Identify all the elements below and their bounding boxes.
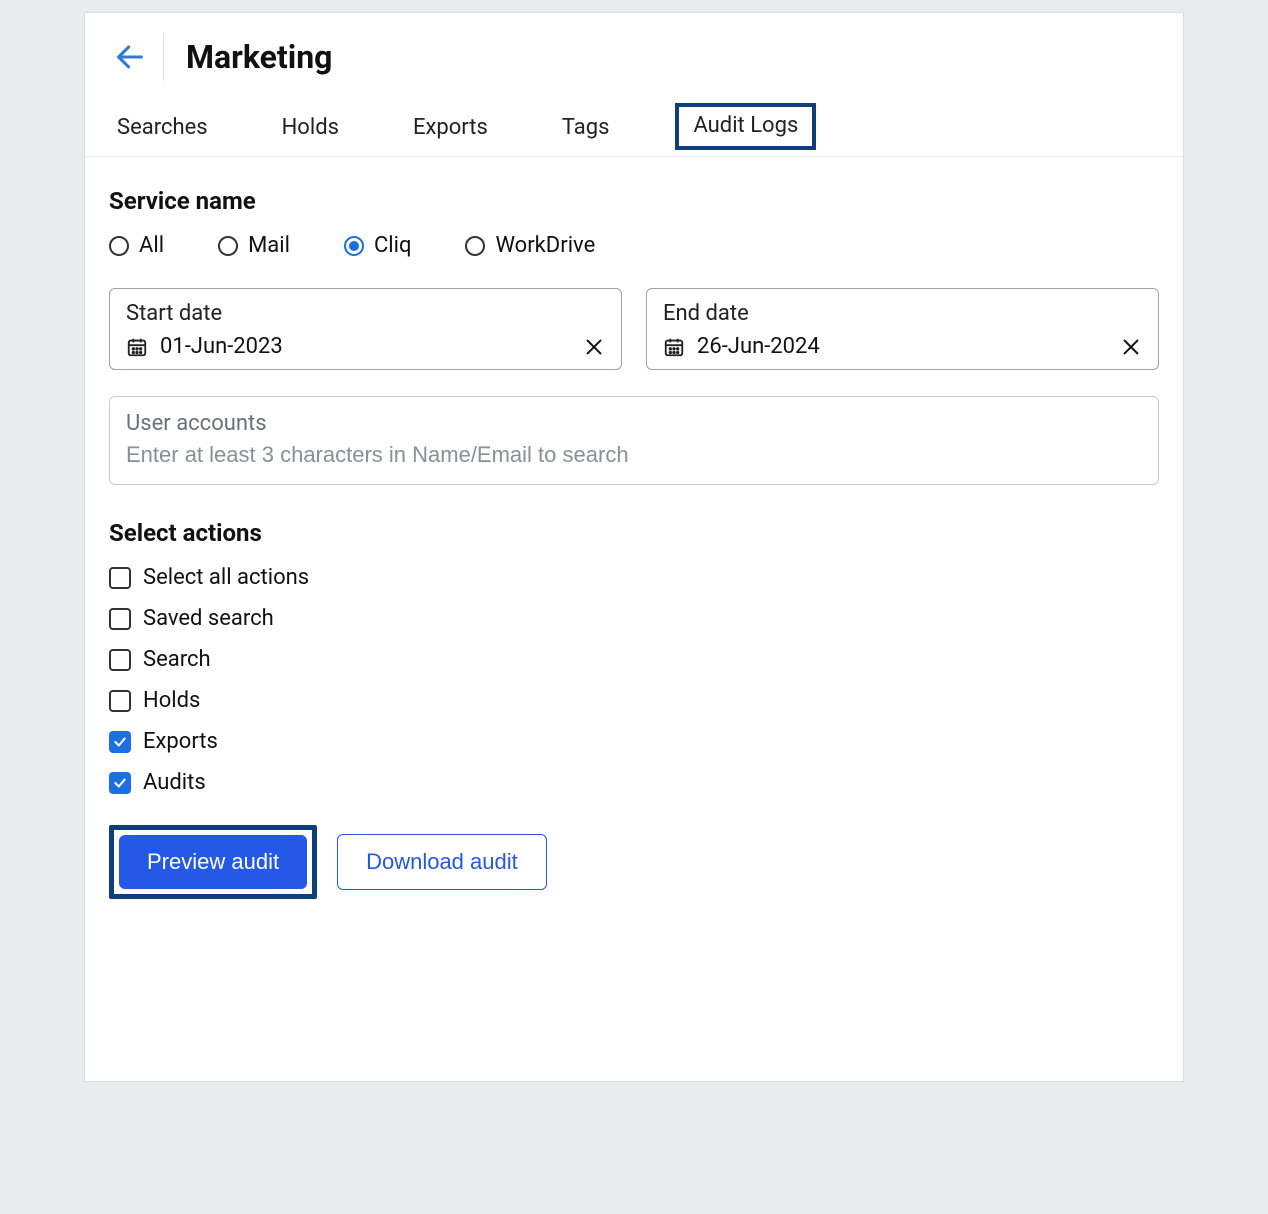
end-date-label: End date bbox=[663, 301, 1142, 326]
radio-all[interactable]: All bbox=[109, 233, 164, 258]
checkbox-exports[interactable]: Exports bbox=[109, 729, 1159, 754]
select-actions-list: Select all actions Saved search Search H… bbox=[109, 565, 1159, 795]
user-accounts-label: User accounts bbox=[126, 411, 1142, 436]
calendar-icon bbox=[663, 336, 685, 358]
checkbox-icon bbox=[109, 731, 131, 753]
tab-holds[interactable]: Holds bbox=[274, 109, 347, 156]
start-date-label: Start date bbox=[126, 301, 605, 326]
checkbox-select-all-actions[interactable]: Select all actions bbox=[109, 565, 1159, 590]
start-date-field[interactable]: Start date bbox=[109, 288, 622, 370]
radio-label: Mail bbox=[248, 233, 290, 258]
checkbox-label: Search bbox=[143, 647, 211, 672]
checkbox-saved-search[interactable]: Saved search bbox=[109, 606, 1159, 631]
check-icon bbox=[113, 776, 127, 790]
service-name-radio-group: All Mail Cliq WorkDrive bbox=[109, 233, 1159, 258]
checkbox-label: Select all actions bbox=[143, 565, 309, 590]
arrow-left-icon bbox=[113, 40, 147, 74]
radio-icon bbox=[465, 236, 485, 256]
user-accounts-field[interactable]: User accounts bbox=[109, 396, 1159, 485]
checkbox-holds[interactable]: Holds bbox=[109, 688, 1159, 713]
back-button[interactable] bbox=[109, 36, 151, 78]
radio-label: All bbox=[139, 233, 164, 258]
radio-cliq[interactable]: Cliq bbox=[344, 233, 412, 258]
checkbox-audits[interactable]: Audits bbox=[109, 770, 1159, 795]
calendar-icon bbox=[126, 336, 148, 358]
action-button-row: Preview audit Download audit bbox=[109, 825, 1159, 899]
tab-exports[interactable]: Exports bbox=[405, 109, 496, 156]
radio-icon bbox=[218, 236, 238, 256]
header-bar: Marketing bbox=[85, 13, 1183, 91]
radio-workdrive[interactable]: WorkDrive bbox=[465, 233, 595, 258]
radio-icon bbox=[109, 236, 129, 256]
end-date-field[interactable]: End date bbox=[646, 288, 1159, 370]
checkbox-label: Audits bbox=[143, 770, 206, 795]
checkbox-label: Saved search bbox=[143, 606, 274, 631]
header-divider bbox=[163, 33, 164, 81]
checkbox-search[interactable]: Search bbox=[109, 647, 1159, 672]
download-audit-button[interactable]: Download audit bbox=[337, 834, 547, 890]
checkbox-icon bbox=[109, 690, 131, 712]
radio-label: WorkDrive bbox=[495, 233, 595, 258]
clear-start-date-button[interactable] bbox=[583, 336, 605, 358]
end-date-value: 26-Jun-2024 bbox=[697, 334, 820, 359]
checkbox-label: Exports bbox=[143, 729, 218, 754]
preview-audit-button[interactable]: Preview audit bbox=[119, 835, 307, 889]
date-range-row: Start date bbox=[109, 288, 1159, 370]
radio-label: Cliq bbox=[374, 233, 412, 258]
tab-tags[interactable]: Tags bbox=[554, 109, 618, 156]
service-name-heading: Service name bbox=[109, 187, 1159, 215]
check-icon bbox=[113, 735, 127, 749]
user-accounts-input[interactable] bbox=[126, 442, 1142, 468]
checkbox-icon bbox=[109, 608, 131, 630]
clear-end-date-button[interactable] bbox=[1120, 336, 1142, 358]
tab-bar: Searches Holds Exports Tags Audit Logs bbox=[85, 91, 1183, 157]
checkbox-icon bbox=[109, 772, 131, 794]
audit-logs-panel: Service name All Mail Cliq WorkDrive Sta bbox=[85, 157, 1183, 923]
radio-icon bbox=[344, 236, 364, 256]
checkbox-label: Holds bbox=[143, 688, 200, 713]
app-window: Marketing Searches Holds Exports Tags Au… bbox=[84, 12, 1184, 1082]
checkbox-icon bbox=[109, 567, 131, 589]
select-actions-heading: Select actions bbox=[109, 519, 1159, 547]
radio-mail[interactable]: Mail bbox=[218, 233, 290, 258]
tab-searches[interactable]: Searches bbox=[109, 109, 216, 156]
page-title: Marketing bbox=[186, 38, 332, 76]
preview-audit-highlight: Preview audit bbox=[109, 825, 317, 899]
start-date-value: 01-Jun-2023 bbox=[160, 334, 283, 359]
tab-audit-logs[interactable]: Audit Logs bbox=[675, 103, 816, 150]
checkbox-icon bbox=[109, 649, 131, 671]
